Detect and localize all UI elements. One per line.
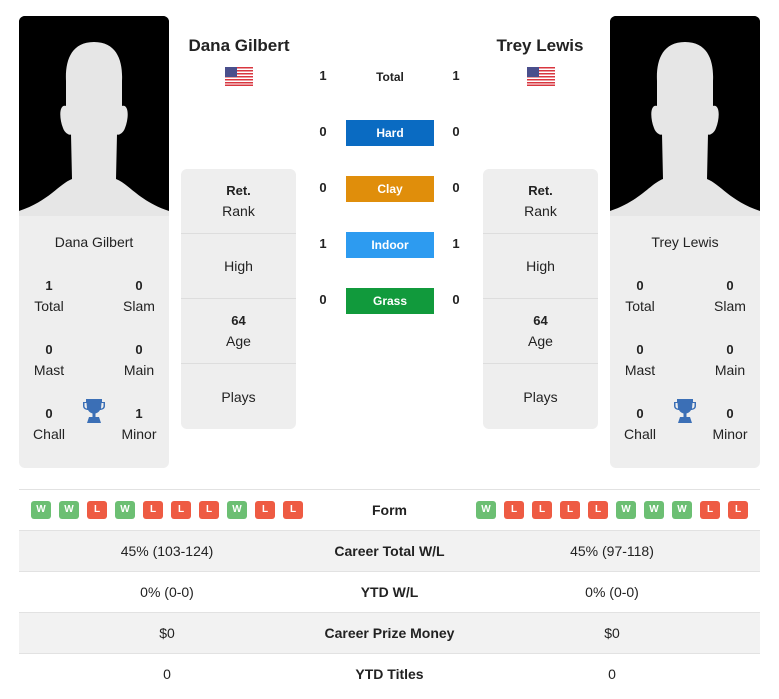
form-right: WLLLLWWWLL bbox=[464, 501, 760, 519]
h2h-total-left: 1 bbox=[319, 68, 327, 83]
row-label-career-wl: Career Total W/L bbox=[334, 543, 445, 559]
form-badge-loss[interactable]: L bbox=[171, 501, 191, 519]
row-label-ytd-wl: YTD W/L bbox=[360, 584, 419, 600]
career-wl-right: 45% (97-118) bbox=[570, 543, 654, 559]
player-photo-right bbox=[610, 16, 760, 216]
trophy-icon bbox=[674, 399, 696, 423]
titles-minor-right: 0 Minor bbox=[712, 406, 748, 442]
form-badge-win[interactable]: W bbox=[115, 501, 135, 519]
h2h-total-label: Total bbox=[376, 70, 404, 84]
player-header-name-right[interactable]: Trey Lewis bbox=[470, 36, 610, 56]
surface-clay[interactable]: Clay bbox=[346, 176, 434, 202]
h2h-hard-right: 0 bbox=[452, 124, 460, 139]
form-badge-loss[interactable]: L bbox=[588, 501, 608, 519]
titles-total-left: 1 Total bbox=[34, 278, 64, 314]
player-header-name-left[interactable]: Dana Gilbert bbox=[169, 36, 309, 56]
row-label-form: Form bbox=[372, 502, 407, 518]
surface-hard[interactable]: Hard bbox=[346, 120, 434, 146]
row-label-ytd-titles: YTD Titles bbox=[355, 666, 424, 682]
table-row-ytd-wl: 0% (0-0) YTD W/L 0% (0-0) bbox=[19, 571, 760, 612]
player-stats-right: Ret. Rank High 64 Age Plays bbox=[483, 169, 598, 429]
player-card-left: Dana Gilbert 1 Total 0 Slam 0 Mast 0 Main 0C… bbox=[19, 216, 169, 468]
form-badge-loss[interactable]: L bbox=[560, 501, 580, 519]
plays-right: Plays bbox=[523, 388, 558, 405]
rank-left: Ret. Rank bbox=[181, 169, 296, 234]
h2h-hard-left: 0 bbox=[319, 124, 327, 139]
form-badge-win[interactable]: W bbox=[672, 501, 692, 519]
career-wl-left: 45% (103-124) bbox=[120, 543, 214, 559]
row-label-prize: Career Prize Money bbox=[324, 625, 455, 641]
form-badge-win[interactable]: W bbox=[644, 501, 664, 519]
player-name-right: Trey Lewis bbox=[651, 234, 719, 250]
age-right: 64 Age bbox=[483, 299, 598, 364]
h2h-clay-left: 0 bbox=[319, 180, 327, 195]
ytd-wl-left: 0% (0-0) bbox=[140, 584, 194, 600]
player-stats-left: Ret. Rank High 64 Age Plays bbox=[181, 169, 296, 429]
form-badge-win[interactable]: W bbox=[227, 501, 247, 519]
titles-chall-left: 0 Chall bbox=[33, 406, 65, 442]
form-badge-win[interactable]: W bbox=[476, 501, 496, 519]
h2h-grass-left: 0 bbox=[319, 292, 327, 307]
silhouette-icon bbox=[19, 16, 169, 216]
surface-indoor[interactable]: Indoor bbox=[346, 232, 434, 258]
us-flag-icon bbox=[527, 67, 555, 86]
h2h-clay-right: 0 bbox=[452, 180, 460, 195]
titles-chall-right: 0 Chall bbox=[624, 406, 656, 442]
surface-grass[interactable]: Grass bbox=[346, 288, 434, 314]
prize-left: $0 bbox=[159, 625, 175, 641]
titles-mast-left: 0 Mast bbox=[33, 342, 65, 378]
form-badge-loss[interactable]: L bbox=[728, 501, 748, 519]
ytd-wl-right: 0% (0-0) bbox=[585, 584, 639, 600]
h2h-total-right: 1 bbox=[452, 68, 460, 83]
age-left: 64 Age bbox=[181, 299, 296, 364]
ytd-titles-right: 0 bbox=[608, 666, 616, 682]
ytd-titles-left: 0 bbox=[163, 666, 171, 682]
form-badge-loss[interactable]: L bbox=[199, 501, 219, 519]
form-badge-loss[interactable]: L bbox=[700, 501, 720, 519]
form-badge-win[interactable]: W bbox=[616, 501, 636, 519]
form-badge-loss[interactable]: L bbox=[504, 501, 524, 519]
player-card-right: Trey Lewis 0 Total 0 Slam 0 Mast 0 Main 0 Cha… bbox=[610, 216, 760, 468]
h2h-indoor-left: 1 bbox=[319, 236, 327, 251]
prize-right: $0 bbox=[604, 625, 620, 641]
table-row-prize: $0 Career Prize Money $0 bbox=[19, 612, 760, 653]
player-name-left: Dana Gilbert bbox=[54, 234, 134, 250]
form-badge-loss[interactable]: L bbox=[255, 501, 275, 519]
form-badge-loss[interactable]: L bbox=[143, 501, 163, 519]
form-badge-loss[interactable]: L bbox=[283, 501, 303, 519]
form-badge-win[interactable]: W bbox=[59, 501, 79, 519]
titles-main-right: 0 Main bbox=[714, 342, 746, 378]
titles-main-left: 0 Main bbox=[123, 342, 155, 378]
titles-minor-left: 1 Minor bbox=[121, 406, 157, 442]
plays-left: Plays bbox=[221, 388, 256, 405]
comparison-table: WWLWLLLWLL Form WLLLLWWWLL 45% (103-124)… bbox=[19, 489, 760, 694]
form-badge-loss[interactable]: L bbox=[532, 501, 552, 519]
titles-slam-right: 0 Slam bbox=[714, 278, 746, 314]
trophy-icon bbox=[83, 399, 105, 423]
h2h-grass-right: 0 bbox=[452, 292, 460, 307]
titles-mast-right: 0 Mast bbox=[624, 342, 656, 378]
form-badge-loss[interactable]: L bbox=[87, 501, 107, 519]
table-row-ytd-titles: 0 YTD Titles 0 bbox=[19, 653, 760, 694]
form-left: WWLWLLLWLL bbox=[19, 501, 315, 519]
high-left: High bbox=[181, 234, 296, 299]
high-right: High bbox=[483, 234, 598, 299]
h2h-indoor-right: 1 bbox=[452, 236, 460, 251]
rank-right: Ret. Rank bbox=[483, 169, 598, 234]
titles-total-right: 0 Total bbox=[625, 278, 655, 314]
form-badge-win[interactable]: W bbox=[31, 501, 51, 519]
player-photo-left bbox=[19, 16, 169, 216]
table-row-career-wl: 45% (103-124) Career Total W/L 45% (97-1… bbox=[19, 530, 760, 571]
silhouette-icon bbox=[610, 16, 760, 216]
us-flag-icon bbox=[225, 67, 253, 86]
titles-slam-left: 0 Slam bbox=[123, 278, 155, 314]
table-row-form: WWLWLLLWLL Form WLLLLWWWLL bbox=[19, 489, 760, 530]
